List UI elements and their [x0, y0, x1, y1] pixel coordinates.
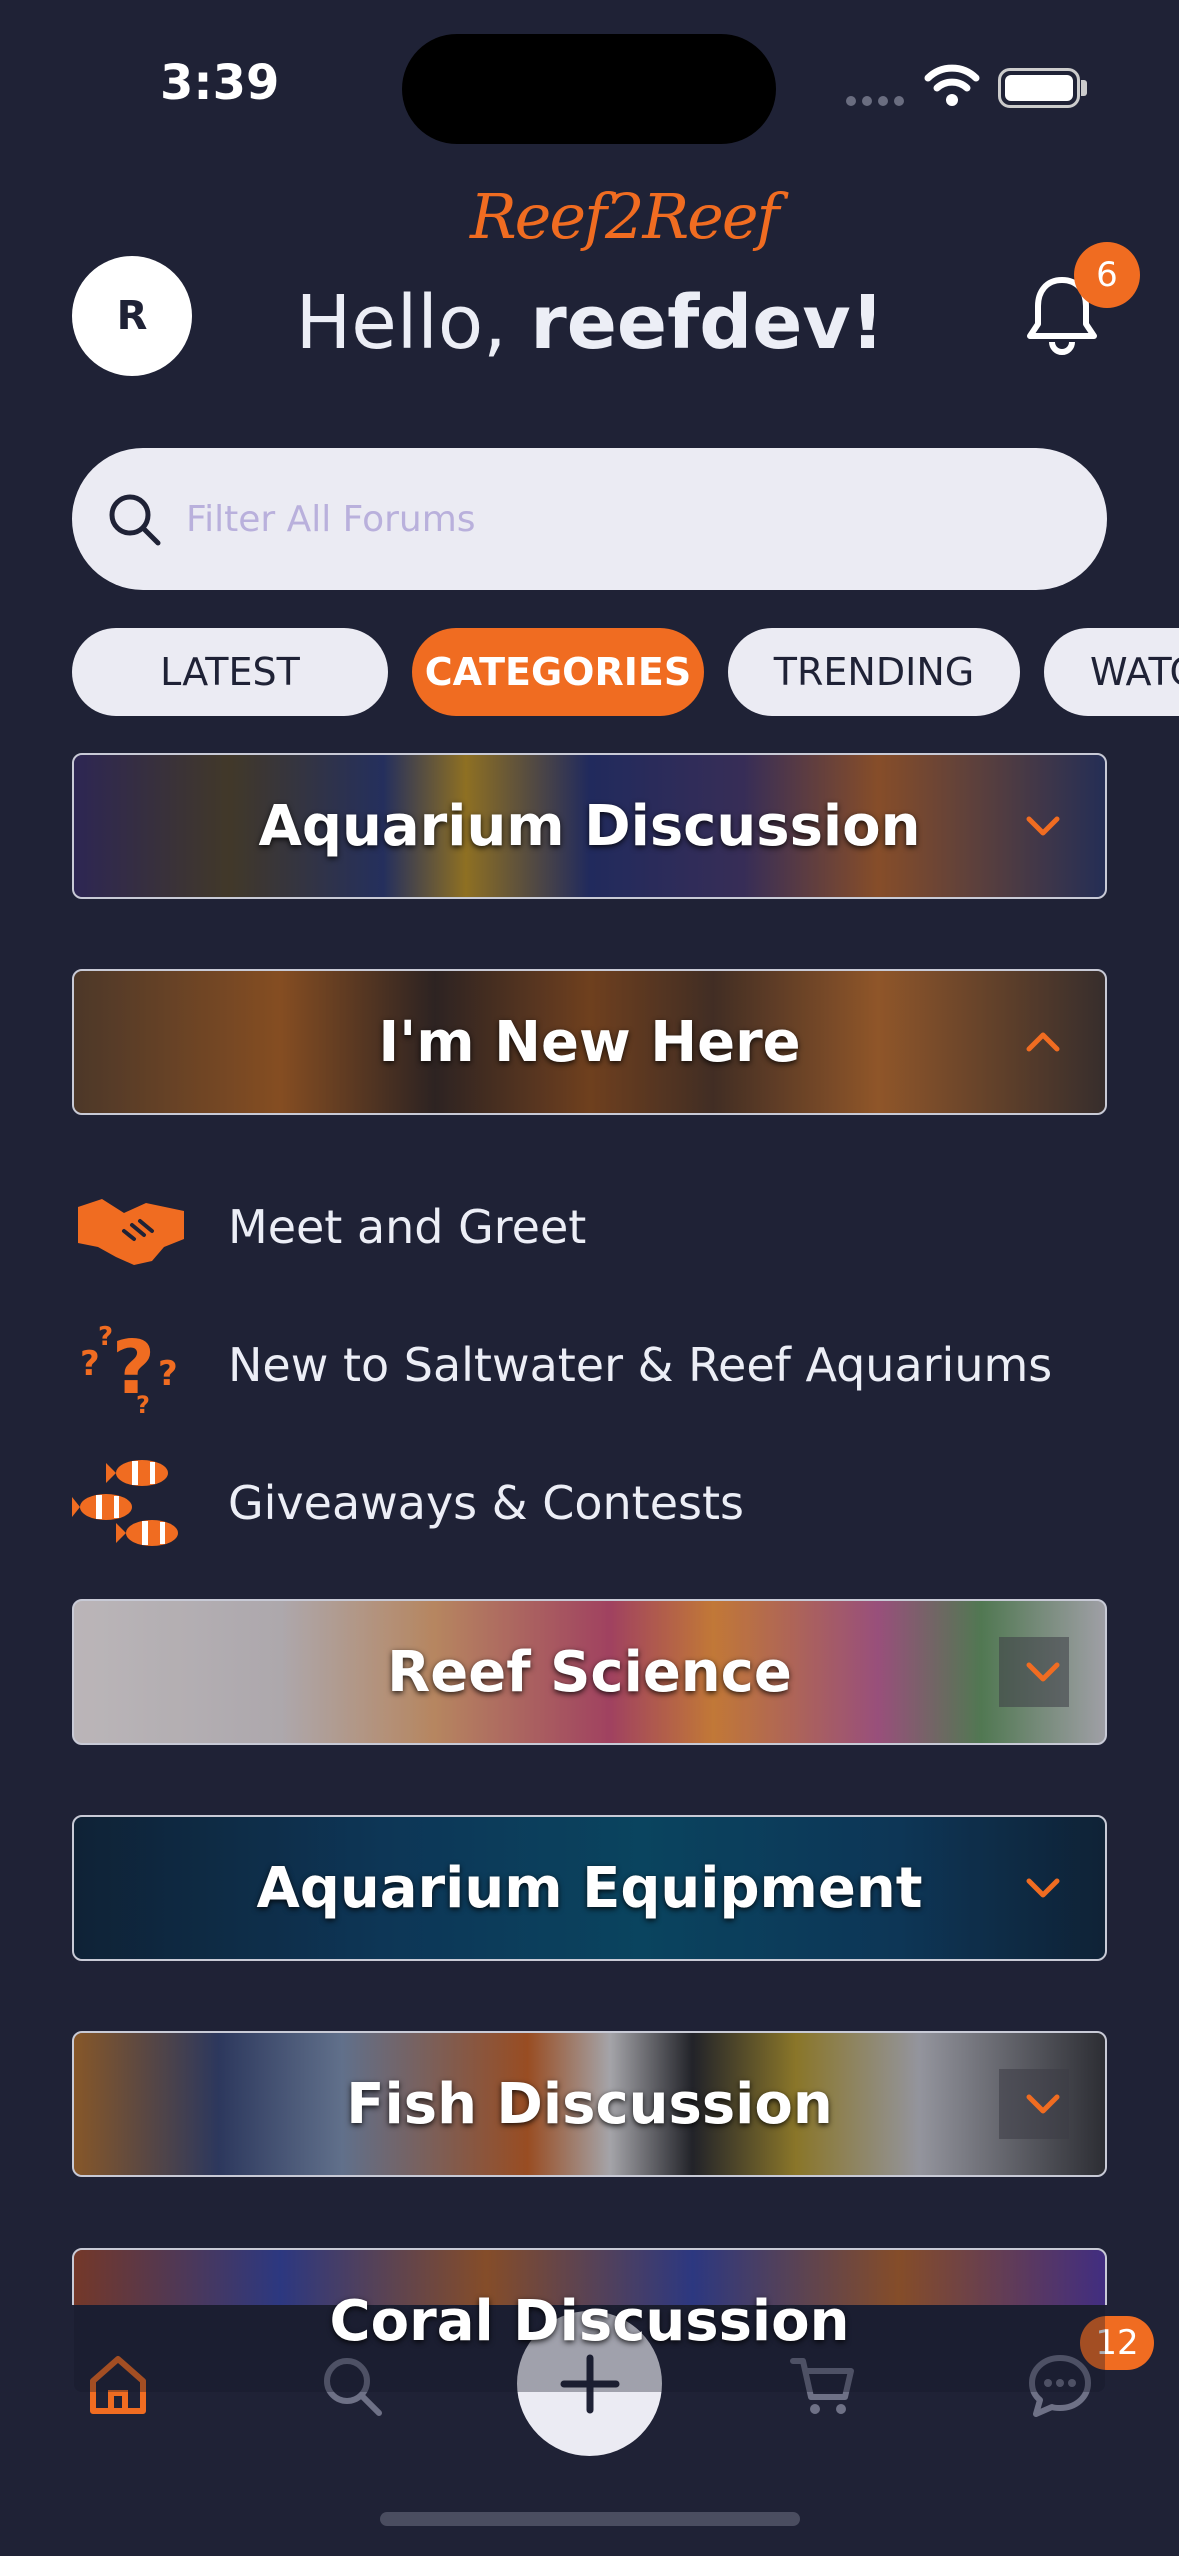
category-im-new-here[interactable]: I'm New Here	[72, 969, 1107, 1115]
cellular-signal-icon	[846, 96, 904, 106]
category-title: Coral Discussion	[329, 2288, 850, 2354]
category-fish-discussion[interactable]: Fish Discussion	[72, 2031, 1107, 2177]
subforum-giveaways-contests[interactable]: Giveaways & Contests	[72, 1448, 744, 1558]
status-time: 3:39	[160, 55, 280, 111]
reef2reef-logo: Reef2Reef	[470, 180, 779, 253]
category-title: Aquarium Equipment	[256, 1855, 923, 1921]
search-input[interactable]	[186, 498, 1046, 540]
category-aquarium-equipment[interactable]: Aquarium Equipment	[72, 1815, 1107, 1961]
tab-latest[interactable]: LATEST	[72, 628, 388, 716]
subforum-label: Giveaways & Contests	[228, 1476, 744, 1530]
svg-text:?: ?	[80, 1344, 100, 1384]
category-title: Reef Science	[387, 1639, 792, 1705]
category-aquarium-discussion[interactable]: Aquarium Discussion	[72, 753, 1107, 899]
subforum-new-to-saltwater[interactable]: ? ? ? ? ? New to Saltwater & Reef Aquari…	[72, 1310, 1052, 1420]
tab-watched[interactable]: WATCHED	[1044, 628, 1179, 716]
subforum-label: Meet and Greet	[228, 1200, 587, 1254]
battery-nub	[1081, 80, 1087, 96]
category-title: I'm New Here	[378, 1009, 801, 1075]
clownfish-icon	[72, 1460, 178, 1546]
category-title: Fish Discussion	[346, 2071, 833, 2137]
dynamic-island	[402, 34, 776, 144]
category-reef-science[interactable]: Reef Science	[72, 1599, 1107, 1745]
filter-tabs: LATEST CATEGORIES TRENDING WATCHED	[72, 628, 1179, 716]
subforum-label: New to Saltwater & Reef Aquariums	[228, 1338, 1053, 1392]
handshake-icon	[78, 1199, 184, 1265]
tab-categories[interactable]: CATEGORIES	[412, 628, 704, 716]
wifi-icon	[924, 64, 980, 106]
battery-icon	[998, 68, 1080, 108]
category-coral-discussion[interactable]: Coral Discussion	[72, 2248, 1107, 2394]
greeting: Hello, reefdev!	[200, 280, 980, 366]
chevron-down-icon[interactable]	[1025, 815, 1061, 837]
subforum-meet-and-greet[interactable]: Meet and Greet	[72, 1172, 586, 1282]
category-title: Aquarium Discussion	[258, 793, 921, 859]
search-bar[interactable]	[72, 448, 1107, 590]
svg-text:?: ?	[136, 1391, 150, 1415]
search-icon	[109, 494, 161, 546]
svg-text:?: ?	[158, 1354, 178, 1394]
tab-trending[interactable]: TRENDING	[728, 628, 1020, 716]
chevron-down-icon[interactable]	[1025, 1661, 1061, 1683]
chevron-up-icon[interactable]	[1025, 1031, 1061, 1053]
home-indicator[interactable]	[380, 2512, 800, 2526]
chevron-down-icon[interactable]	[1025, 2093, 1061, 2115]
notification-badge: 6	[1074, 242, 1140, 308]
svg-text:?: ?	[98, 1322, 113, 1352]
greeting-prefix: Hello,	[295, 280, 531, 366]
chevron-down-icon[interactable]	[1025, 1877, 1061, 1899]
username: reefdev!	[530, 280, 885, 366]
question-marks-icon: ? ? ? ? ?	[80, 1322, 178, 1415]
avatar[interactable]: R	[72, 256, 192, 376]
